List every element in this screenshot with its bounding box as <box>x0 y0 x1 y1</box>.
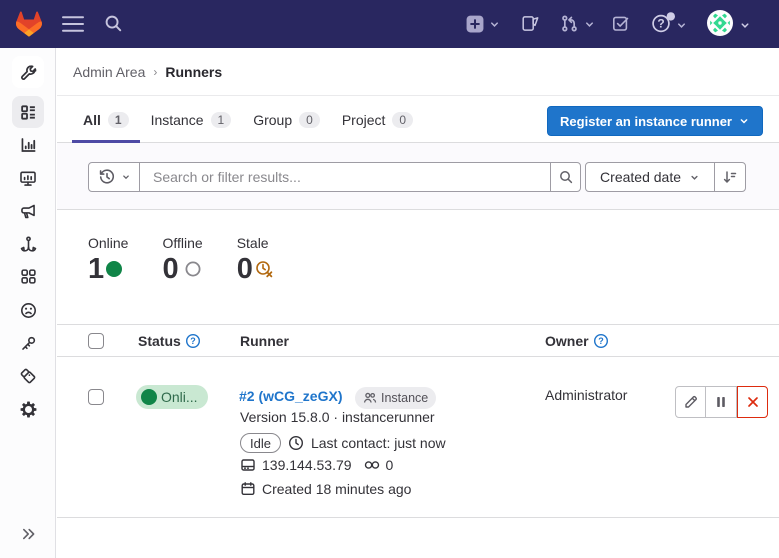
svg-text:?: ? <box>190 336 196 346</box>
svg-text:?: ? <box>598 336 604 346</box>
svg-text:?: ? <box>657 17 664 31</box>
